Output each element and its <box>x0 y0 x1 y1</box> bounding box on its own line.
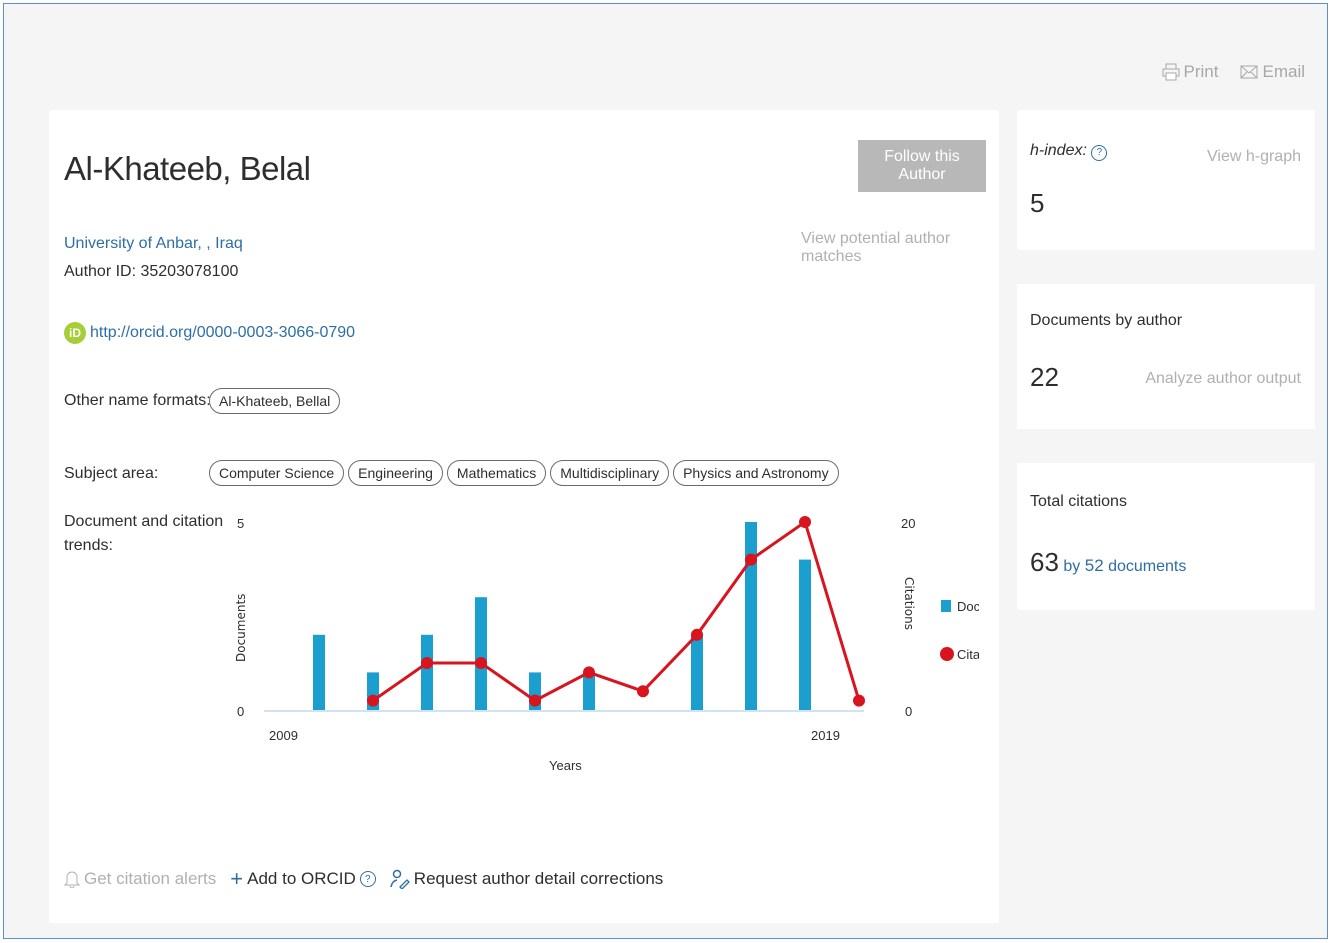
documents-bar <box>745 522 757 710</box>
add-to-orcid-button[interactable]: + Add to ORCID ? <box>230 868 376 890</box>
plus-icon: + <box>230 866 244 891</box>
subject-pill[interactable]: Computer Science <box>209 460 345 486</box>
citations-point <box>367 694 379 707</box>
legend-citations-label: Citations <box>957 647 979 662</box>
subject-area-label: Subject area: <box>64 465 159 482</box>
follow-author-button[interactable]: Follow this Author <box>858 140 986 192</box>
citations-point <box>583 666 595 679</box>
help-icon[interactable]: ? <box>1091 144 1108 161</box>
citations-value[interactable]: 63 <box>1030 547 1059 577</box>
legend-documents-swatch <box>941 600 951 612</box>
documents-card: Documents by author 22 Analyze author ou… <box>1017 284 1315 429</box>
x-axis-label: Years <box>549 758 582 773</box>
other-names-list: Al-Khateeb, Bellal <box>209 388 344 414</box>
hindex-label: h-index: ? <box>1030 142 1108 161</box>
citations-point <box>745 553 757 566</box>
citations-point <box>691 628 703 641</box>
bell-icon <box>64 871 80 888</box>
help-icon[interactable]: ? <box>359 871 376 887</box>
printer-icon <box>1162 63 1180 81</box>
documents-bar <box>691 634 703 710</box>
citations-point <box>853 694 865 707</box>
citations-docs-word: documents <box>1108 558 1187 575</box>
email-label: Email <box>1262 62 1305 81</box>
add-to-orcid-label: Add to ORCID <box>247 869 356 888</box>
author-profile-card: Al-Khateeb, Belal Follow this Author Vie… <box>49 110 999 923</box>
print-label: Print <box>1183 62 1219 81</box>
author-actions: Get citation alerts + Add to ORCID ? Req… <box>64 868 663 890</box>
request-corrections-label: Request author detail corrections <box>413 869 664 888</box>
subject-pill[interactable]: Engineering <box>348 460 443 486</box>
citation-alerts-button[interactable]: Get citation alerts <box>64 869 216 889</box>
analyze-output-link[interactable]: Analyze author output <box>1145 370 1301 388</box>
y-left-axis-label: Documents <box>234 594 248 662</box>
orcid-icon: iD <box>64 322 86 344</box>
potential-matches-link[interactable]: View potential author matches <box>801 230 999 266</box>
y-left-tick-label: 0 <box>237 704 244 719</box>
subject-pill[interactable]: Mathematics <box>446 460 547 486</box>
other-name-label: Other name formats: <box>64 392 211 409</box>
hindex-card: h-index: ? 5 View h-graph <box>1017 110 1315 250</box>
other-name-pill: Al-Khateeb, Bellal <box>209 388 341 414</box>
documents-label: Documents by author <box>1030 312 1183 329</box>
user-edit-icon <box>390 869 410 889</box>
trends-label-line1: Document and citation <box>64 513 224 530</box>
subject-area-list: Computer Science Engineering Mathematics… <box>209 460 843 486</box>
citations-by: by <box>1063 558 1081 575</box>
print-button[interactable]: Print <box>1162 62 1219 82</box>
document-citation-chart: 5 0 20 0 2009 2019 Years Documents Citations Docu… <box>234 516 979 773</box>
x-tick-label: 2009 <box>269 728 298 743</box>
citations-point <box>799 516 811 528</box>
trends-label-line2: trends: <box>64 537 113 554</box>
citations-point <box>475 657 487 669</box>
x-tick-label: 2019 <box>811 728 840 743</box>
citations-docs-count[interactable]: 52 <box>1085 556 1104 575</box>
legend-citations-swatch <box>940 647 954 661</box>
view-hgraph-link[interactable]: View h-graph <box>1207 148 1301 166</box>
trends-label: Document and citation trends: <box>64 510 223 558</box>
citations-card: Total citations 63 by 52 documents <box>1017 463 1315 610</box>
hindex-label-text: h-index: <box>1030 142 1087 159</box>
subject-pill[interactable]: Physics and Astronomy <box>673 460 839 486</box>
orcid-url[interactable]: http://orcid.org/0000-0003-3066-0790 <box>90 324 355 342</box>
citations-point <box>637 685 649 698</box>
citations-line <box>372 519 861 703</box>
y-right-tick-label: 20 <box>901 516 915 531</box>
legend-documents-label: Documents <box>957 599 979 614</box>
request-corrections-button[interactable]: Request author detail corrections <box>390 869 663 889</box>
documents-bar <box>475 597 487 710</box>
documents-value[interactable]: 22 <box>1030 362 1059 393</box>
affiliation-link[interactable]: University of Anbar, , Iraq <box>64 235 243 253</box>
y-right-tick-label: 0 <box>905 704 912 719</box>
envelope-icon <box>1240 65 1258 79</box>
citations-point <box>529 694 541 707</box>
citations-point <box>421 657 433 669</box>
citations-label: Total citations <box>1030 493 1127 510</box>
documents-bar <box>421 634 433 710</box>
author-name: Al-Khateeb, Belal <box>64 150 311 187</box>
documents-bar <box>799 559 811 710</box>
email-button[interactable]: Email <box>1240 62 1305 82</box>
orcid-link[interactable]: iD http://orcid.org/0000-0003-3066-0790 <box>64 322 355 344</box>
documents-bar <box>313 634 325 710</box>
hindex-value: 5 <box>1030 188 1045 218</box>
subject-pill[interactable]: Multidisciplinary <box>550 460 670 486</box>
citations-summary: 63 by 52 documents <box>1030 547 1186 578</box>
y-right-axis-label: Citations <box>902 577 916 630</box>
citation-alerts-label: Get citation alerts <box>84 869 217 888</box>
top-toolbar: Print Email <box>1162 62 1305 82</box>
y-left-tick-label: 5 <box>237 516 244 531</box>
author-id: Author ID: 35203078100 <box>64 263 239 280</box>
page-frame: Print Email Al-Khateeb, Belal Follow thi… <box>3 3 1328 939</box>
